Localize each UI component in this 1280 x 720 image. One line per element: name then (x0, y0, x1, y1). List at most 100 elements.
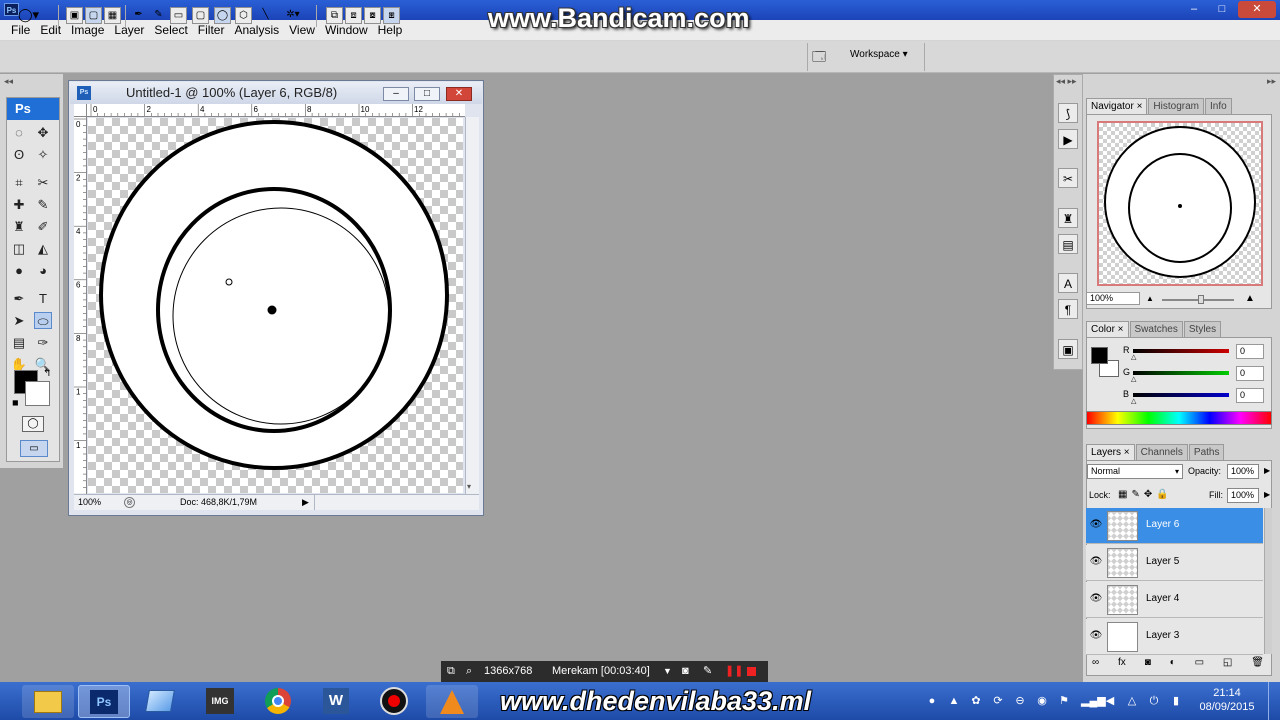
eyedropper-icon[interactable]: ✑ (34, 334, 52, 351)
dock-collapse-icon[interactable]: ▸▸ (1267, 76, 1276, 87)
zoom-in-icon[interactable]: ▲ (1245, 293, 1255, 304)
eye-icon[interactable]: 👁 (1089, 519, 1103, 531)
file-explorer-icon[interactable] (22, 685, 74, 718)
collapse-arrows-icon[interactable]: ◂◂ ▸▸ (1056, 76, 1077, 87)
rounded-rect-shape-icon[interactable]: ▢ (192, 7, 209, 24)
close-button[interactable]: ✕ (1238, 1, 1276, 18)
navigator-thumbnail[interactable] (1097, 121, 1263, 286)
shape-layers-icon[interactable]: ▣ (66, 7, 83, 24)
eye-icon[interactable]: 👁 (1089, 593, 1103, 605)
blur-icon[interactable]: ● (10, 262, 28, 279)
tab-paths[interactable]: Paths (1188, 444, 1225, 460)
brushes-panel-icon[interactable]: ⟆ (1058, 103, 1078, 123)
horizontal-scrollbar[interactable] (314, 495, 464, 510)
rectangle-shape-icon[interactable]: ▭ (170, 7, 187, 24)
document-restore-button[interactable]: □ (414, 87, 440, 101)
maximize-button[interactable]: □ (1209, 1, 1235, 18)
collapse-arrows-icon[interactable]: ◂◂ (4, 76, 13, 87)
tray-power-icon[interactable]: ⏻ (1147, 694, 1161, 708)
show-desktop-button[interactable] (1268, 682, 1280, 720)
brush-icon[interactable]: ✎ (34, 196, 52, 213)
navigator-zoom-field[interactable]: 100% (1086, 292, 1140, 305)
channel-b-value[interactable]: 0 (1236, 388, 1264, 403)
trash-icon[interactable]: 🗑 (1251, 657, 1264, 673)
tab-channels[interactable]: Channels (1135, 444, 1188, 460)
tool-presets-icon[interactable]: ✂ (1058, 168, 1078, 188)
search-icon[interactable]: ⌕ (466, 661, 472, 682)
quick-mask-icon[interactable]: ◯ (22, 416, 44, 432)
channel-r-handle-icon[interactable]: △ (1131, 353, 1136, 361)
notes-panel-icon[interactable]: ▣ (1058, 339, 1078, 359)
notes-icon[interactable]: ▤ (10, 334, 28, 351)
paragraph-panel-icon[interactable]: ¶ (1058, 299, 1078, 319)
tray-record-icon[interactable]: ● (925, 694, 939, 708)
clone-source-icon[interactable]: ♜ (1058, 208, 1078, 228)
ellipse-shape-option-icon[interactable]: ◯ (214, 7, 231, 24)
channel-g-value[interactable]: 0 (1236, 366, 1264, 381)
exclude-shapes-icon[interactable]: ⧆ (383, 7, 400, 24)
type-icon[interactable]: T (34, 290, 52, 307)
opacity-field[interactable]: 100% (1227, 464, 1259, 479)
layer-row-3[interactable]: 👁 Layer 3 (1086, 619, 1263, 655)
dodge-icon[interactable]: ◕ (34, 262, 52, 279)
word-taskbar-button[interactable]: W (310, 685, 362, 718)
status-menu-arrow-icon[interactable]: ▶ (302, 495, 309, 510)
layer-row-6[interactable]: 👁 Layer 6 (1086, 508, 1263, 544)
bandicam-taskbar-icon[interactable] (368, 685, 420, 718)
document-close-button[interactable]: ✕ (446, 87, 472, 101)
layer-comps-icon[interactable]: ▤ (1058, 234, 1078, 254)
ruler-origin[interactable] (74, 104, 87, 117)
default-colors-icon[interactable]: ◼ (12, 398, 19, 407)
tray-sound-icon[interactable]: ◀ (1103, 694, 1117, 708)
layer-row-4[interactable]: 👁 Layer 4 (1086, 582, 1263, 618)
slice-icon[interactable]: ✂ (34, 174, 52, 191)
move-icon[interactable]: ✥ (34, 124, 52, 141)
history-brush-icon[interactable]: ✐ (34, 218, 52, 235)
opacity-arrow-icon[interactable]: ▶ (1264, 466, 1270, 475)
tray-refresh-icon[interactable]: ⟳ (991, 694, 1005, 708)
character-panel-icon[interactable]: A (1058, 273, 1078, 293)
document-minimize-button[interactable]: – (383, 87, 409, 101)
combine-shapes-icon[interactable]: ⧉ (326, 7, 343, 24)
lasso-icon[interactable]: ʘ (10, 146, 28, 163)
layer-row-5[interactable]: 👁 Layer 5 (1086, 545, 1263, 581)
tool-preset-icon[interactable]: ◯▾ (18, 7, 39, 24)
channel-r-value[interactable]: 0 (1236, 344, 1264, 359)
line-shape-icon[interactable]: ╲ (257, 7, 274, 24)
channel-g-handle-icon[interactable]: △ (1131, 375, 1136, 383)
intersect-shapes-icon[interactable]: ⧇ (364, 7, 381, 24)
paths-mode-icon[interactable]: ▢ (85, 7, 102, 24)
minimize-button[interactable]: – (1181, 1, 1207, 18)
link-layers-icon[interactable]: ∞ (1092, 657, 1099, 673)
tab-styles[interactable]: Styles (1183, 321, 1222, 337)
lock-icons[interactable]: ▦✎✥🔒 (1118, 489, 1173, 500)
background-color-swatch[interactable] (25, 381, 50, 406)
channel-b-handle-icon[interactable]: △ (1131, 397, 1136, 405)
add-mask-icon[interactable]: ◙ (1145, 657, 1151, 673)
subtract-shapes-icon[interactable]: ⧈ (345, 7, 362, 24)
channel-g-slider[interactable] (1133, 371, 1229, 375)
fill-pixels-icon[interactable]: ▦ (104, 7, 121, 24)
new-layer-icon[interactable]: ◱ (1223, 657, 1232, 673)
scroll-down-icon[interactable]: ▾ (467, 482, 471, 491)
clone-stamp-icon[interactable]: ♜ (10, 218, 28, 235)
palette-well-icon[interactable]: 🗔 (812, 48, 826, 70)
tab-color[interactable]: Color × (1086, 321, 1129, 337)
layers-scrollbar[interactable] (1264, 508, 1272, 654)
document-vertical-scrollbar[interactable] (465, 117, 479, 494)
workspace-button[interactable]: Workspace ▾ (850, 49, 908, 60)
tray-signal-icon[interactable]: ▂▄▆ (1081, 694, 1106, 708)
image-viewer-taskbar-icon[interactable]: IMG (194, 685, 246, 718)
channel-r-slider[interactable] (1133, 349, 1229, 353)
healing-brush-icon[interactable]: ✚ (10, 196, 28, 213)
color-spectrum-bar[interactable] (1086, 411, 1272, 425)
blend-mode-select[interactable]: Normal ▾ (1087, 464, 1183, 479)
pause-icon[interactable]: ❚❚ (725, 661, 743, 682)
screen-mode-icon[interactable]: ▭ (20, 440, 48, 457)
zoom-out-icon[interactable]: ▲ (1146, 294, 1154, 303)
tray-vlc-icon[interactable]: ▲ (947, 694, 961, 708)
tray-shield-icon[interactable]: ◉ (1035, 694, 1049, 708)
navigator-zoom-handle[interactable] (1198, 295, 1204, 304)
fill-arrow-icon[interactable]: ▶ (1264, 490, 1270, 499)
menu-edit[interactable]: Edit (35, 20, 66, 40)
